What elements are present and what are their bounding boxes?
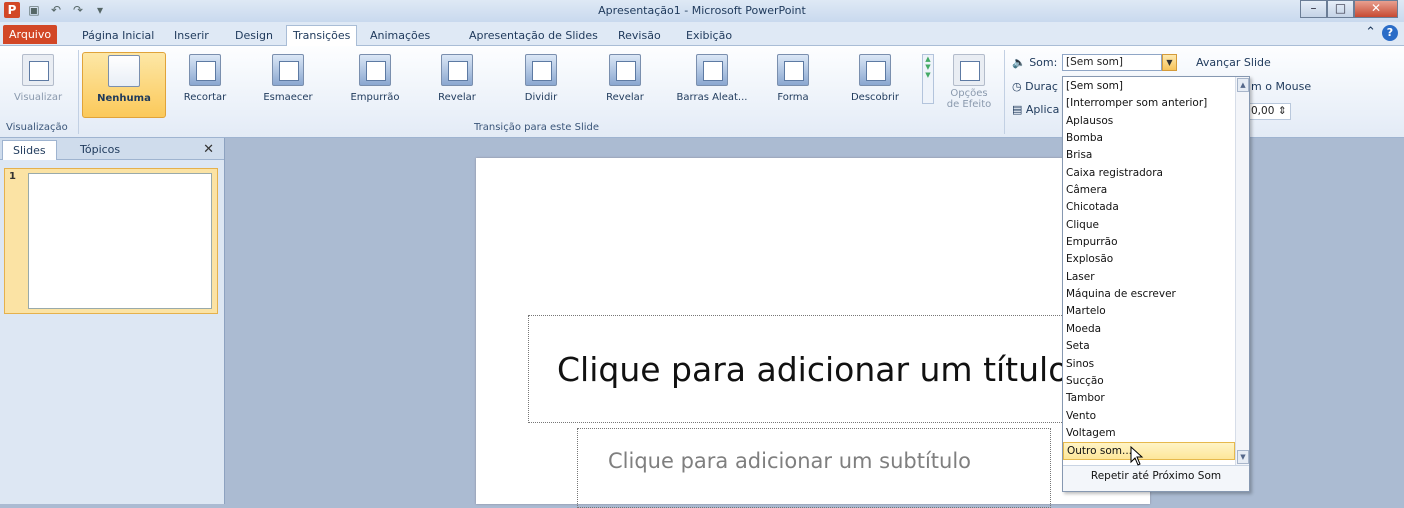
sound-option[interactable]: Sinos xyxy=(1063,356,1235,373)
sound-option[interactable]: Explosão xyxy=(1063,251,1235,268)
mouse-cursor-icon xyxy=(1130,446,1144,466)
after-time-spinner[interactable]: 0,00 ⇕ xyxy=(1247,103,1291,120)
advance-slide-label: Avançar Slide xyxy=(1196,56,1271,69)
close-button[interactable]: ✕ xyxy=(1354,0,1398,18)
group-label-transition: Transição para este Slide xyxy=(474,122,600,133)
sound-combo-arrow[interactable]: ▼ xyxy=(1162,54,1177,71)
transition-fade[interactable]: Esmaecer xyxy=(253,52,323,114)
help-icon[interactable]: ? xyxy=(1382,25,1398,41)
wipe-transition-icon xyxy=(441,54,473,86)
tab-animations[interactable]: Animações xyxy=(364,26,436,46)
sound-option[interactable]: Sucção xyxy=(1063,373,1235,390)
sound-row: 🔈 Som: xyxy=(1012,56,1058,69)
transition-cut[interactable]: Recortar xyxy=(170,52,240,114)
sound-option[interactable]: Caixa registradora xyxy=(1063,165,1235,182)
effect-options-icon xyxy=(953,54,985,86)
sound-option[interactable]: Empurrão xyxy=(1063,234,1235,251)
sound-option[interactable]: Seta xyxy=(1063,338,1235,355)
apply-all-row[interactable]: ▤ Aplica xyxy=(1012,103,1059,116)
cut-transition-icon xyxy=(189,54,221,86)
tab-insert[interactable]: Inserir xyxy=(168,26,215,46)
apply-all-icon: ▤ xyxy=(1012,103,1023,116)
transition-none[interactable]: Nenhuma xyxy=(82,52,166,118)
sound-dropdown-list[interactable]: [Sem som] [Interromper som anterior] Aplau… xyxy=(1062,76,1250,492)
tab-transitions[interactable]: Transições xyxy=(286,25,358,46)
on-mouse-click-label[interactable]: m o Mouse xyxy=(1251,80,1311,93)
sound-option[interactable]: [Interromper som anterior] xyxy=(1063,95,1235,112)
push-transition-icon xyxy=(359,54,391,86)
sound-option[interactable]: Chicotada xyxy=(1063,199,1235,216)
minimize-ribbon-icon[interactable]: ⌃ xyxy=(1365,25,1376,41)
minimize-button[interactable]: – xyxy=(1300,0,1327,18)
window-title: Apresentação1 - Microsoft PowerPoint xyxy=(598,4,806,17)
slide-canvas[interactable]: Clique para adicionar um título Clique p… xyxy=(476,158,1150,508)
preview-icon xyxy=(22,54,54,86)
transition-random-bars[interactable]: Barras Aleat... xyxy=(672,52,752,114)
tab-home[interactable]: Página Inicial xyxy=(76,26,160,46)
shape-transition-icon xyxy=(777,54,809,86)
transition-uncover[interactable]: Descobrir xyxy=(840,52,910,114)
subtitle-placeholder[interactable]: Clique para adicionar um subtítulo xyxy=(577,428,1051,508)
tab-view[interactable]: Exibição xyxy=(680,26,738,46)
sound-option[interactable]: Brisa xyxy=(1063,147,1235,164)
scroll-up-icon[interactable]: ▲ xyxy=(1237,78,1249,92)
transition-reveal[interactable]: Revelar xyxy=(422,52,492,114)
scroll-down-icon[interactable]: ▼ xyxy=(1237,450,1249,464)
sound-combo[interactable]: [Sem som] xyxy=(1062,54,1162,71)
uncover-transition-icon xyxy=(859,54,891,86)
slide-number: 1 xyxy=(9,171,16,182)
loop-until-next-sound[interactable]: Repetir até Próximo Som xyxy=(1063,465,1249,491)
sound-option[interactable]: Máquina de escrever xyxy=(1063,286,1235,303)
tab-slideshow[interactable]: Apresentação de Slides xyxy=(463,26,604,46)
tab-outline[interactable]: Tópicos xyxy=(70,140,130,160)
tab-review[interactable]: Revisão xyxy=(612,26,667,46)
none-transition-icon xyxy=(108,55,140,87)
slide-thumbnail[interactable] xyxy=(28,173,212,309)
sound-option[interactable]: Bomba xyxy=(1063,130,1235,147)
transition-reveal-2[interactable]: Revelar xyxy=(590,52,660,114)
transition-shape[interactable]: Forma xyxy=(758,52,828,114)
ribbon-tabs: Arquivo Página Inicial Inserir Design Tr… xyxy=(0,22,1404,46)
group-label-preview: Visualização xyxy=(6,122,68,133)
dropdown-scrollbar[interactable]: ▲ ▼ xyxy=(1235,77,1249,465)
slide-thumbnail-selected[interactable]: 1 xyxy=(4,168,218,314)
sound-option[interactable]: Clique xyxy=(1063,217,1235,234)
spin-arrows-icon[interactable]: ⇕ xyxy=(1278,105,1287,117)
sound-option[interactable]: Laser xyxy=(1063,269,1235,286)
sound-option[interactable]: Moeda xyxy=(1063,321,1235,338)
sound-option[interactable]: Voltagem xyxy=(1063,425,1235,442)
sound-option[interactable]: Tambor xyxy=(1063,390,1235,407)
tab-slides[interactable]: Slides xyxy=(2,140,57,160)
sound-option[interactable]: Aplausos xyxy=(1063,113,1235,130)
title-placeholder[interactable]: Clique para adicionar um título xyxy=(528,315,1128,423)
sound-option[interactable]: Câmera xyxy=(1063,182,1235,199)
title-bar: P ▣ ↶ ↷ ▾ Apresentação1 - Microsoft Powe… xyxy=(0,0,1404,22)
reveal-transition-icon xyxy=(609,54,641,86)
transition-push[interactable]: Empurrão xyxy=(340,52,410,114)
sound-option[interactable]: Martelo xyxy=(1063,303,1235,320)
preview-button[interactable]: Visualizar xyxy=(2,52,74,114)
fade-transition-icon xyxy=(272,54,304,86)
sound-option[interactable]: [Sem som] xyxy=(1063,78,1235,95)
gallery-scroll[interactable]: ▲ ▼ ▼ xyxy=(922,54,934,104)
split-transition-icon xyxy=(525,54,557,86)
sound-option[interactable]: Vento xyxy=(1063,408,1235,425)
tab-file[interactable]: Arquivo xyxy=(3,25,58,44)
maximize-button[interactable]: □ xyxy=(1327,0,1354,18)
close-panel-icon[interactable]: ✕ xyxy=(203,142,214,157)
sound-option[interactable]: Outro som... xyxy=(1063,442,1235,460)
sound-icon: 🔈 xyxy=(1012,56,1026,69)
random-bars-transition-icon xyxy=(696,54,728,86)
transition-split[interactable]: Dividir xyxy=(506,52,576,114)
effect-options-button[interactable]: Opções de Efeito xyxy=(936,52,1002,114)
tab-design[interactable]: Design xyxy=(229,26,279,46)
slides-panel: Slides Tópicos ✕ 1 xyxy=(0,138,225,504)
clock-icon: ◷ xyxy=(1012,80,1022,93)
duration-row: ◷ Duraç xyxy=(1012,80,1058,93)
